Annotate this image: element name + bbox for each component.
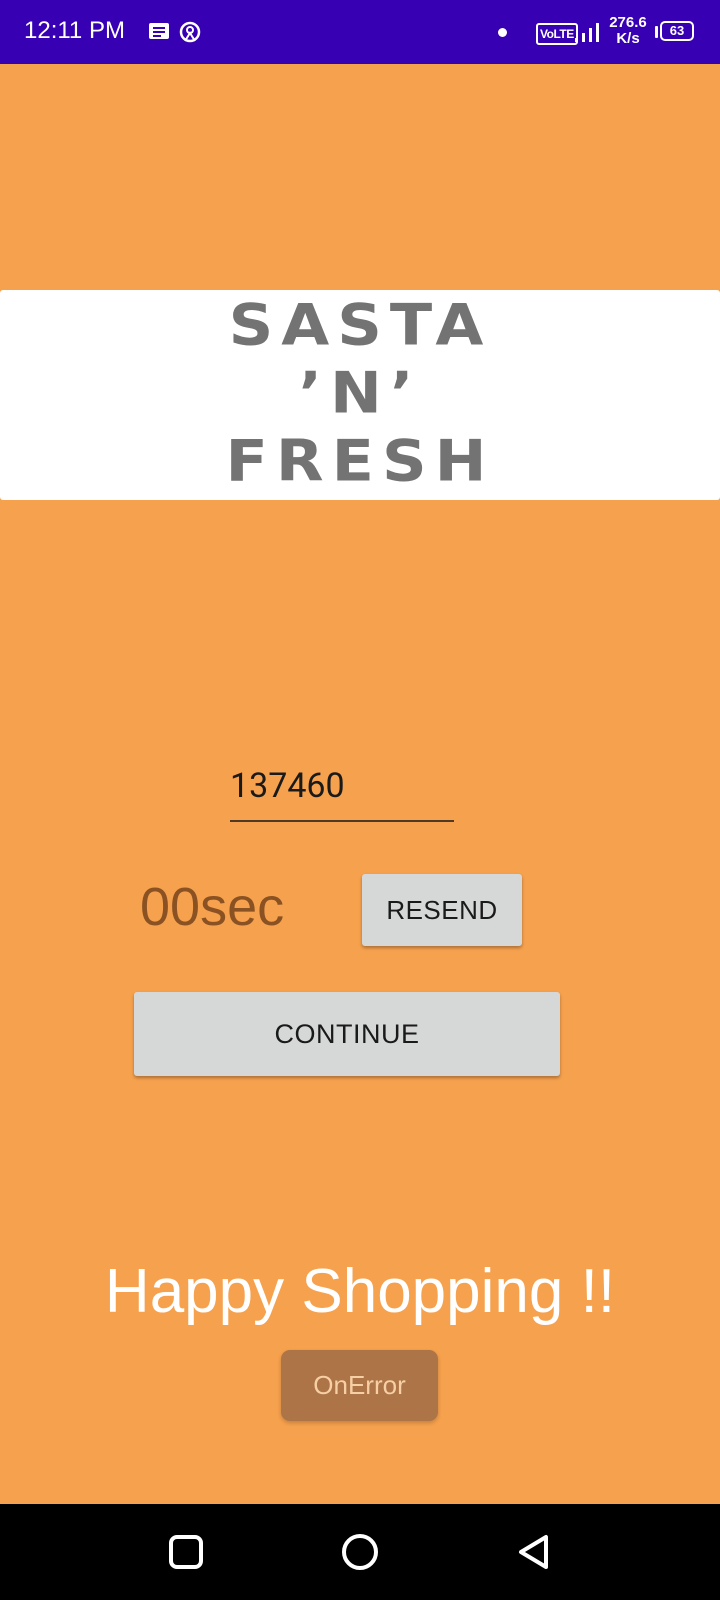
happy-shopping-text: Happy Shopping !! — [104, 1257, 616, 1326]
logo-line-2: ’N’ — [298, 358, 422, 427]
status-time: 12:11 PM — [24, 17, 125, 44]
battery-tip — [655, 26, 658, 38]
speed-unit: K/s — [616, 30, 640, 47]
volte-badge: VoLTE — [536, 23, 578, 45]
speed-value: 276.6 — [609, 14, 647, 31]
otp-input[interactable] — [230, 752, 454, 822]
battery-icon: 63 — [660, 21, 694, 41]
message-notification-icon — [149, 23, 169, 39]
hotspot-icon — [179, 21, 201, 43]
home-circle-icon[interactable] — [340, 1532, 380, 1572]
onerror-button[interactable]: OnError — [281, 1350, 438, 1421]
notification-dot — [498, 28, 507, 37]
signal-icon — [575, 23, 599, 42]
status-bar: 12:11 PM VoLTE 276.6 K/s 63 — [0, 0, 720, 64]
navigation-bar — [0, 1504, 720, 1600]
resend-button[interactable]: RESEND — [362, 874, 522, 946]
back-triangle-icon[interactable] — [514, 1532, 554, 1572]
continue-button[interactable]: CONTINUE — [134, 992, 560, 1076]
recents-square-icon[interactable] — [166, 1532, 206, 1572]
logo-line-1: SASTA — [228, 290, 492, 359]
countdown-timer: 00sec — [140, 877, 285, 937]
logo-banner: SASTA ’N’ FRESH — [0, 290, 720, 500]
logo-line-3: FRESH — [225, 426, 495, 495]
network-speed: 276.6 K/s — [604, 15, 652, 47]
